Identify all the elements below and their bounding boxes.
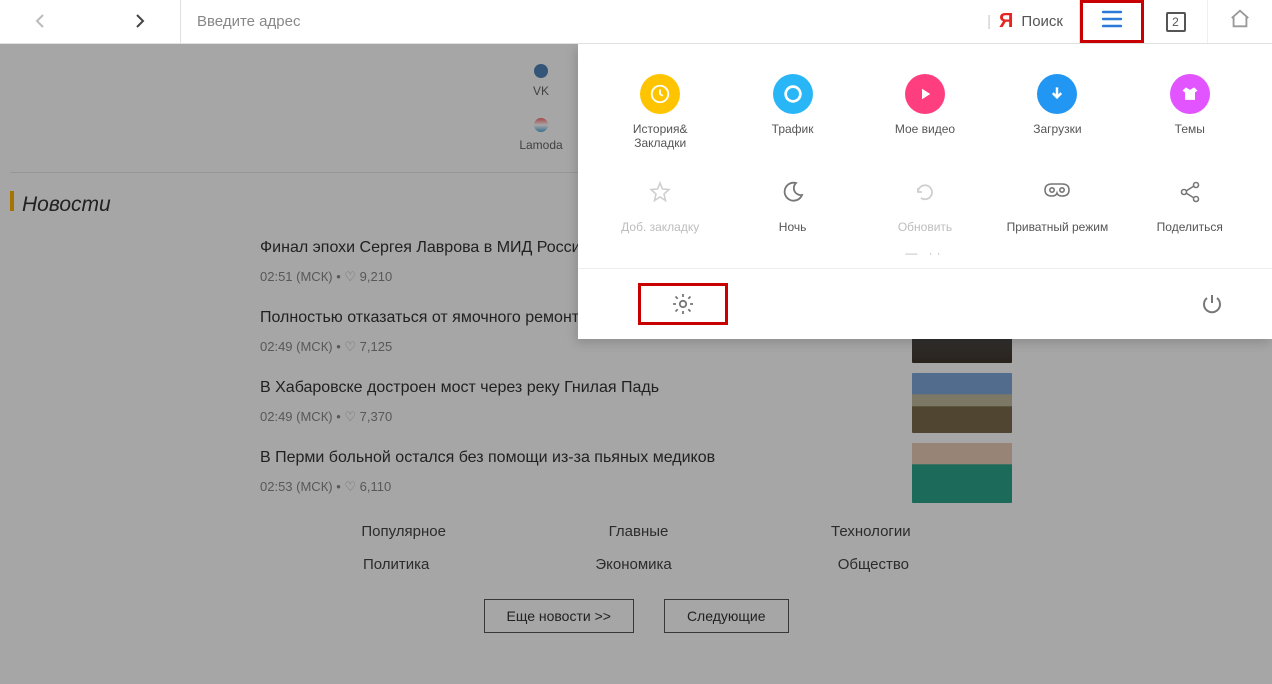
address-placeholder: Введите адрес [197,13,300,30]
traffic-icon [773,74,813,114]
refresh-icon [905,172,945,212]
gear-icon [671,292,695,316]
menu-page-indicator: — ·· [578,246,1272,260]
back-button[interactable] [20,9,60,35]
play-icon [905,74,945,114]
tab-count-badge: 2 [1166,12,1186,32]
home-button[interactable] [1208,0,1272,43]
exit-button[interactable] [1200,292,1224,316]
address-bar[interactable]: Введите адрес | Я Поиск [180,0,1080,43]
search-label: Поиск [1021,13,1063,30]
menu-downloads[interactable]: Загрузки [991,74,1123,150]
mask-icon [1037,172,1077,212]
tabs-button[interactable]: 2 [1144,0,1208,43]
clock-icon [640,74,680,114]
home-icon [1229,8,1251,35]
share-icon [1170,172,1210,212]
menu-my-video[interactable]: Мое видео [859,74,991,150]
hamburger-icon [1101,10,1123,33]
menu-share[interactable]: Поделиться [1124,172,1256,234]
search-brand[interactable]: | Я Поиск [987,10,1063,33]
forward-button[interactable] [120,9,160,35]
yandex-icon: Я [999,10,1013,33]
download-icon [1037,74,1077,114]
power-icon [1200,292,1224,316]
menu-night-mode[interactable]: Ночь [726,172,858,234]
shirt-icon [1170,74,1210,114]
menu-private-mode[interactable]: Приватный режим [991,172,1123,234]
menu-traffic[interactable]: Трафик [726,74,858,150]
menu-button[interactable] [1080,0,1144,43]
menu-add-bookmark: Доб. закладку [594,172,726,234]
menu-themes[interactable]: Темы [1124,74,1256,150]
chevron-left-icon [32,13,48,29]
menu-refresh: Обновить [859,172,991,234]
settings-button[interactable] [638,283,728,325]
moon-icon [773,172,813,212]
main-menu-panel: История&Закладки Трафик Мое видео Загруз… [578,44,1272,339]
top-toolbar: Введите адрес | Я Поиск 2 [0,0,1272,44]
chevron-right-icon [132,13,148,29]
star-icon [640,172,680,212]
menu-history-bookmarks[interactable]: История&Закладки [594,74,726,150]
